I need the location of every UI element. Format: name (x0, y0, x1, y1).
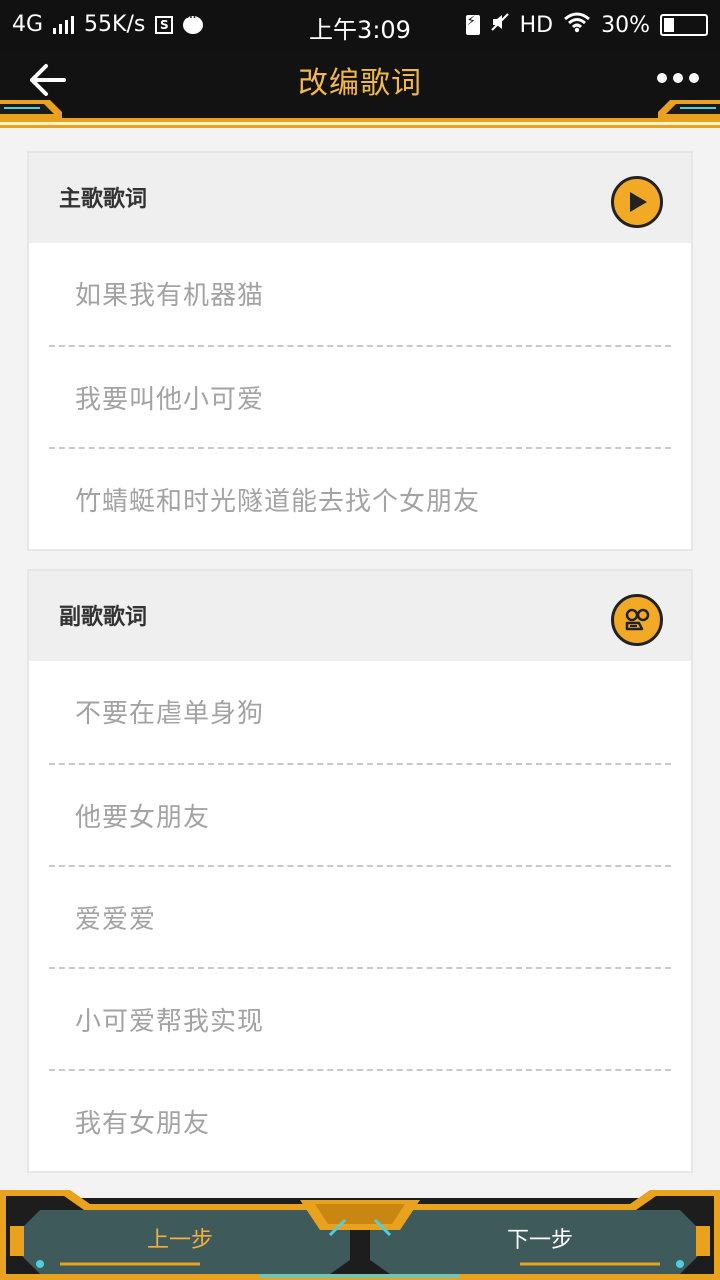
battery-percent: 30% (601, 12, 650, 38)
status-bar: 4G 55K/s S 上午3:09 HD 30% (0, 0, 720, 50)
section-header: 主歌歌词 (29, 153, 691, 243)
prev-step-button[interactable]: 上一步 (50, 1210, 310, 1266)
lyric-line[interactable]: 如果我有机器猫 (49, 243, 671, 345)
footer-nav: 上一步 下一步 (0, 1190, 720, 1280)
section-title: 主歌歌词 (59, 187, 148, 212)
chorus-lyrics-section: 副歌歌词 不要在虐单身狗 他要女朋友 爱爱爱 小可爱帮我实现 我有女朋友 (27, 569, 693, 1173)
battery-saver-icon (465, 14, 480, 35)
lyric-list: 不要在虐单身狗 他要女朋友 爱爱爱 小可爱帮我实现 我有女朋友 (29, 661, 691, 1171)
play-icon (630, 192, 647, 212)
battery-icon (660, 14, 708, 36)
app-header: 改编歌词 (0, 50, 720, 128)
header-decoration (0, 100, 720, 128)
next-step-button[interactable]: 下一步 (410, 1210, 670, 1266)
section-header: 副歌歌词 (29, 571, 691, 661)
lyric-line[interactable]: 他要女朋友 (49, 763, 671, 865)
lyric-list: 如果我有机器猫 我要叫他小可爱 竹蜻蜓和时光隧道能去找个女朋友 (29, 243, 691, 549)
lyric-line[interactable]: 爱爱爱 (49, 865, 671, 967)
more-dots-icon (657, 73, 699, 83)
hd-label: HD (519, 12, 554, 38)
section-title: 副歌歌词 (59, 605, 148, 630)
page-title: 改编歌词 (298, 66, 422, 101)
wifi-icon (563, 11, 591, 39)
lyric-line[interactable]: 我有女朋友 (49, 1069, 671, 1171)
lyric-line[interactable]: 我要叫他小可爱 (49, 345, 671, 447)
voice-record-button[interactable] (611, 594, 663, 646)
status-right: HD 30% (465, 11, 708, 39)
mute-icon (490, 12, 510, 38)
more-button[interactable] (654, 64, 702, 92)
play-button[interactable] (611, 176, 663, 228)
lyric-line[interactable]: 小可爱帮我实现 (49, 967, 671, 1069)
lyric-line[interactable]: 竹蜻蜓和时光隧道能去找个女朋友 (49, 447, 671, 549)
voice-record-icon (625, 608, 650, 631)
verse-lyrics-section: 主歌歌词 如果我有机器猫 我要叫他小可爱 竹蜻蜓和时光隧道能去找个女朋友 (27, 151, 693, 551)
lyric-line[interactable]: 不要在虐单身狗 (49, 661, 671, 763)
